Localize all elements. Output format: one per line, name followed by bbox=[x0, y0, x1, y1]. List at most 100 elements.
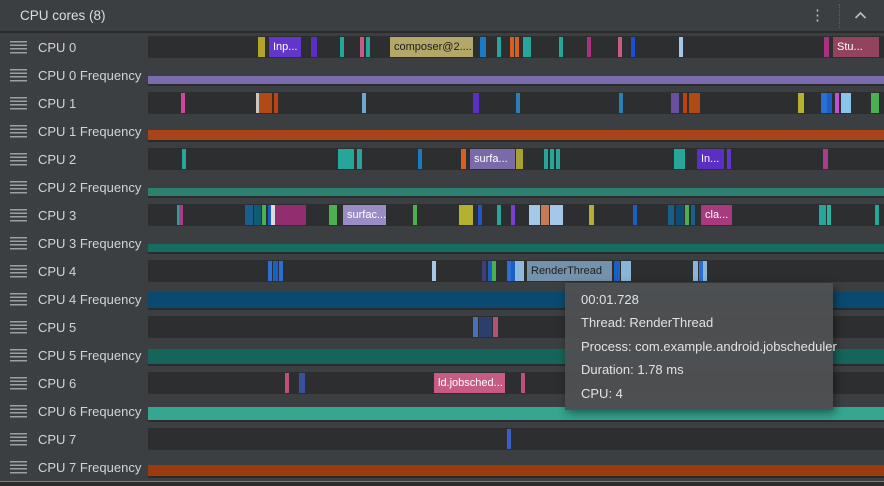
timeline-track-cpu-3-frequency[interactable] bbox=[148, 232, 884, 254]
thread-segment[interactable] bbox=[689, 93, 700, 113]
timeline-track-cpu-0-frequency[interactable] bbox=[148, 64, 884, 86]
drag-handle-icon[interactable] bbox=[10, 125, 27, 138]
thread-segment[interactable] bbox=[676, 205, 684, 225]
thread-segment[interactable] bbox=[798, 93, 804, 113]
thread-segment[interactable] bbox=[841, 93, 851, 113]
thread-segment[interactable] bbox=[587, 37, 591, 57]
thread-segment[interactable] bbox=[268, 261, 272, 281]
thread-segment[interactable] bbox=[510, 37, 514, 57]
chevron-up-icon[interactable] bbox=[851, 9, 870, 22]
track-header-cpu-7[interactable]: CPU 7 bbox=[0, 425, 148, 453]
thread-segment[interactable] bbox=[619, 93, 623, 113]
thread-segment[interactable] bbox=[693, 261, 698, 281]
thread-segment[interactable] bbox=[824, 37, 829, 57]
thread-segment[interactable] bbox=[360, 37, 364, 57]
drag-handle-icon[interactable] bbox=[10, 209, 27, 222]
thread-segment[interactable] bbox=[823, 149, 828, 169]
thread-segment[interactable] bbox=[516, 93, 520, 113]
thread-segment[interactable] bbox=[418, 149, 422, 169]
track-header-cpu-3[interactable]: CPU 3 bbox=[0, 201, 148, 229]
thread-segment[interactable] bbox=[497, 205, 501, 225]
thread-segment[interactable] bbox=[835, 93, 839, 113]
thread-segment[interactable] bbox=[515, 37, 519, 57]
thread-segment[interactable] bbox=[279, 261, 283, 281]
track-header-cpu-1-frequency[interactable]: CPU 1 Frequency bbox=[0, 117, 148, 145]
thread-segment[interactable] bbox=[473, 317, 478, 337]
drag-handle-icon[interactable] bbox=[10, 69, 27, 82]
thread-segment-in[interactable]: In... bbox=[697, 149, 724, 169]
thread-segment[interactable] bbox=[515, 261, 524, 281]
thread-segment[interactable] bbox=[480, 37, 486, 57]
thread-segment[interactable] bbox=[459, 205, 473, 225]
thread-segment-renderthread[interactable]: RenderThread bbox=[527, 261, 612, 281]
thread-segment[interactable] bbox=[479, 317, 492, 337]
thread-segment[interactable] bbox=[492, 261, 496, 281]
drag-handle-icon[interactable] bbox=[10, 433, 27, 446]
thread-segment[interactable] bbox=[529, 205, 540, 225]
thread-segment[interactable] bbox=[181, 93, 185, 113]
thread-segment[interactable] bbox=[362, 93, 366, 113]
thread-segment[interactable] bbox=[541, 205, 549, 225]
thread-segment[interactable] bbox=[875, 205, 879, 225]
track-header-cpu-5-frequency[interactable]: CPU 5 Frequency bbox=[0, 341, 148, 369]
thread-segment[interactable] bbox=[179, 205, 183, 225]
thread-segment[interactable] bbox=[550, 205, 563, 225]
thread-segment[interactable] bbox=[633, 205, 637, 225]
thread-segment[interactable] bbox=[674, 149, 685, 169]
thread-segment[interactable] bbox=[274, 93, 278, 113]
track-header-cpu-2-frequency[interactable]: CPU 2 Frequency bbox=[0, 173, 148, 201]
thread-segment[interactable] bbox=[273, 261, 278, 281]
thread-segment[interactable] bbox=[357, 149, 362, 169]
drag-handle-icon[interactable] bbox=[10, 41, 27, 54]
track-header-cpu-5[interactable]: CPU 5 bbox=[0, 313, 148, 341]
thread-segment[interactable] bbox=[338, 149, 354, 169]
track-header-cpu-6-frequency[interactable]: CPU 6 Frequency bbox=[0, 397, 148, 425]
drag-handle-icon[interactable] bbox=[10, 405, 27, 418]
thread-segment[interactable] bbox=[482, 261, 486, 281]
thread-segment[interactable] bbox=[827, 93, 832, 113]
drag-handle-icon[interactable] bbox=[10, 153, 27, 166]
thread-segment[interactable] bbox=[827, 205, 831, 225]
thread-segment[interactable] bbox=[507, 429, 511, 449]
drag-handle-icon[interactable] bbox=[10, 97, 27, 110]
thread-segment[interactable] bbox=[299, 373, 305, 393]
thread-segment[interactable] bbox=[262, 205, 266, 225]
thread-segment[interactable] bbox=[413, 205, 417, 225]
thread-segment[interactable] bbox=[671, 93, 679, 113]
thread-segment[interactable] bbox=[819, 205, 826, 225]
drag-handle-icon[interactable] bbox=[10, 461, 27, 474]
thread-segment[interactable] bbox=[329, 205, 337, 225]
timeline-track-cpu-0[interactable]: Inp...composer@2....Stu... bbox=[148, 36, 884, 58]
timeline-track-cpu-7[interactable] bbox=[148, 428, 884, 450]
thread-segment[interactable] bbox=[478, 205, 482, 225]
track-header-cpu-2[interactable]: CPU 2 bbox=[0, 145, 148, 173]
timeline-track-cpu-2[interactable]: surfa... In... bbox=[148, 148, 884, 170]
thread-segment[interactable] bbox=[275, 205, 306, 225]
thread-segment[interactable] bbox=[589, 205, 594, 225]
thread-segment-cla[interactable]: cla... bbox=[701, 205, 732, 225]
thread-segment[interactable] bbox=[340, 37, 344, 57]
thread-segment[interactable] bbox=[254, 205, 261, 225]
track-header-cpu-1[interactable]: CPU 1 bbox=[0, 89, 148, 117]
thread-segment[interactable] bbox=[631, 37, 635, 57]
drag-handle-icon[interactable] bbox=[10, 377, 27, 390]
track-header-cpu-7-frequency[interactable]: CPU 7 Frequency bbox=[0, 453, 148, 481]
thread-segment-ld-jobsched[interactable]: ld.jobsched... bbox=[434, 373, 505, 393]
thread-segment[interactable] bbox=[516, 149, 523, 169]
thread-segment-surfa[interactable]: surfa... bbox=[470, 149, 515, 169]
thread-segment[interactable] bbox=[621, 261, 631, 281]
timeline-track-cpu-1-frequency[interactable] bbox=[148, 120, 884, 142]
thread-segment[interactable] bbox=[245, 205, 253, 225]
thread-segment-inp[interactable]: Inp... bbox=[269, 37, 301, 57]
thread-segment[interactable] bbox=[683, 93, 687, 113]
thread-segment[interactable] bbox=[668, 205, 674, 225]
thread-segment[interactable] bbox=[544, 149, 548, 169]
thread-segment[interactable] bbox=[523, 37, 531, 57]
track-header-cpu-4[interactable]: CPU 4 bbox=[0, 257, 148, 285]
thread-segment-surfac[interactable]: surfac... bbox=[343, 205, 386, 225]
thread-segment[interactable] bbox=[311, 37, 317, 57]
thread-segment[interactable] bbox=[614, 261, 620, 281]
thread-segment[interactable] bbox=[285, 373, 289, 393]
thread-segment[interactable] bbox=[473, 93, 479, 113]
thread-segment[interactable] bbox=[461, 149, 466, 169]
